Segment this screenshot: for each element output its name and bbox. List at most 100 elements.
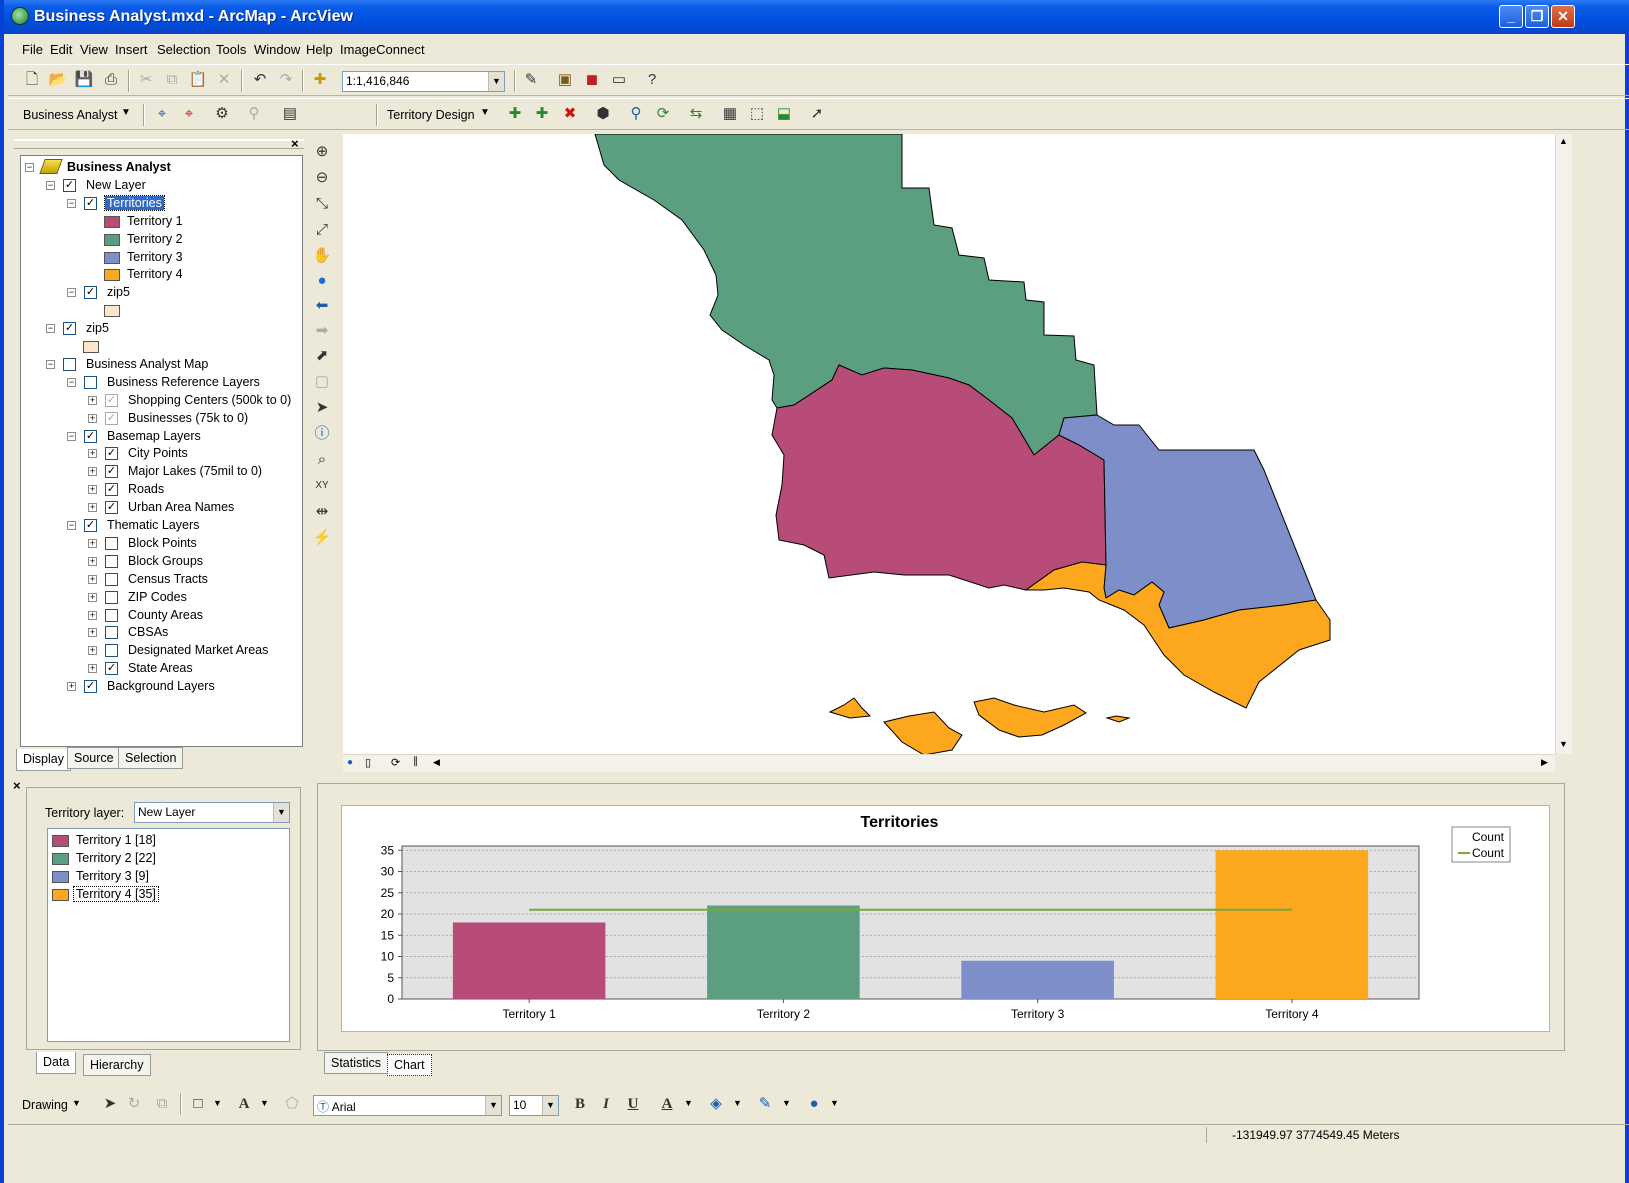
chevron-down-icon[interactable]: ▼ bbox=[480, 107, 490, 118]
paste-icon[interactable]: 📋 bbox=[188, 70, 208, 90]
menu-view[interactable]: View bbox=[80, 42, 108, 57]
expand-icon[interactable]: + bbox=[88, 413, 97, 423]
layer-visibility-checkbox[interactable]: ✓ bbox=[63, 322, 76, 336]
toc-row[interactable]: + ✓ State Areas bbox=[21, 660, 302, 678]
editor-icon[interactable]: ✎ bbox=[521, 70, 541, 90]
toc-row[interactable] bbox=[21, 302, 302, 320]
full-extent-globe-icon[interactable]: ● bbox=[312, 271, 332, 291]
toc-row[interactable]: + Block Groups bbox=[21, 553, 302, 571]
collapse-icon[interactable]: − bbox=[67, 288, 76, 298]
zoom-in-icon[interactable]: ⊕ bbox=[312, 142, 332, 162]
toc-row[interactable]: Territory 4 bbox=[21, 266, 302, 284]
map-view[interactable] bbox=[343, 134, 1555, 754]
menu-imageconnect[interactable]: ImageConnect bbox=[340, 42, 425, 57]
scroll-right-icon[interactable]: ▶ bbox=[1541, 757, 1548, 768]
expand-icon[interactable]: + bbox=[88, 556, 97, 566]
add-territory-icon[interactable]: ✚ bbox=[505, 104, 525, 124]
toc-row[interactable]: + Census Tracts bbox=[21, 571, 302, 589]
chevron-down-icon[interactable]: ▼ bbox=[830, 1098, 839, 1108]
zoom-to-selected-icon[interactable]: ⧉ bbox=[152, 1094, 172, 1114]
tab-display[interactable]: Display bbox=[16, 749, 71, 771]
toc-row[interactable]: − Business Analyst bbox=[21, 159, 302, 177]
toc-row[interactable]: − ✓ Thematic Layers bbox=[21, 517, 302, 535]
expand-icon[interactable]: + bbox=[88, 467, 97, 477]
layer-visibility-checkbox[interactable] bbox=[84, 375, 97, 389]
toc-row[interactable]: + ✓ Background Layers bbox=[21, 678, 302, 696]
chevron-down-icon[interactable]: ▼ bbox=[485, 1096, 501, 1115]
layer-visibility-checkbox[interactable]: ✓ bbox=[105, 465, 118, 479]
toc-row[interactable]: − Business Reference Layers bbox=[21, 374, 302, 392]
expand-icon[interactable]: + bbox=[88, 628, 97, 638]
menu-window[interactable]: Window bbox=[254, 42, 300, 57]
toc-row[interactable]: + ZIP Codes bbox=[21, 589, 302, 607]
toc-row[interactable]: − Business Analyst Map bbox=[21, 356, 302, 374]
territory-list-item[interactable]: Territory 4 [35] bbox=[52, 886, 282, 904]
drawing-menu[interactable]: Drawing bbox=[22, 1098, 68, 1112]
menu-tools[interactable]: Tools bbox=[216, 42, 246, 57]
zoom-out-icon[interactable]: ⊖ bbox=[312, 168, 332, 188]
menu-file[interactable]: File bbox=[22, 42, 43, 57]
go-to-xy-icon[interactable]: XY bbox=[312, 476, 332, 496]
collapse-icon[interactable]: − bbox=[46, 180, 55, 190]
toc-row[interactable]: Territory 2 bbox=[21, 231, 302, 249]
expand-icon[interactable]: + bbox=[67, 682, 76, 692]
layer-visibility-checkbox[interactable]: ✓ bbox=[105, 411, 118, 425]
layer-visibility-checkbox[interactable] bbox=[63, 357, 76, 371]
save-icon[interactable]: 💾 bbox=[74, 70, 94, 90]
chevron-down-icon[interactable]: ▼ bbox=[273, 803, 289, 822]
redo-icon[interactable]: ↷ bbox=[276, 70, 296, 90]
clear-selected-icon[interactable]: ▢ bbox=[312, 372, 332, 392]
select-pointer-icon[interactable]: ➤ bbox=[312, 398, 332, 418]
toc-row[interactable]: + ✓ City Points bbox=[21, 445, 302, 463]
territory-export-icon[interactable]: ⬓ bbox=[774, 104, 794, 124]
menu-edit[interactable]: Edit bbox=[50, 42, 72, 57]
chevron-down-icon[interactable]: ▼ bbox=[488, 72, 504, 91]
territory-select-icon[interactable]: ⬚ bbox=[747, 104, 767, 124]
fixed-zoom-out-icon[interactable]: ⤢ bbox=[312, 220, 332, 240]
territory-layer-select[interactable]: New Layer ▼ bbox=[134, 802, 290, 823]
territory-refresh-icon[interactable]: ⟳ bbox=[653, 104, 673, 124]
bold-button[interactable]: B bbox=[570, 1094, 590, 1114]
layer-visibility-checkbox[interactable]: ✓ bbox=[105, 447, 118, 461]
chevron-down-icon[interactable]: ▼ bbox=[260, 1098, 269, 1108]
island-polygon[interactable] bbox=[883, 711, 963, 754]
map-horizontal-scrollbar[interactable]: ● ▯ ⟳ ∥ ◀ ▶ bbox=[343, 754, 1555, 772]
toc-dock-grip[interactable] bbox=[14, 139, 304, 149]
new-document-icon[interactable]: 🗋 bbox=[22, 70, 42, 90]
collapse-icon[interactable]: − bbox=[67, 431, 76, 441]
back-arrow-icon[interactable]: ⬅ bbox=[312, 296, 332, 316]
assign-territory-icon[interactable]: ⬢ bbox=[593, 104, 613, 124]
collapse-icon[interactable]: − bbox=[67, 198, 76, 208]
window-panel-icon[interactable]: ▤ bbox=[280, 104, 300, 124]
select-features-icon[interactable]: ⌖ bbox=[152, 104, 172, 124]
layer-visibility-checkbox[interactable]: ✓ bbox=[105, 501, 118, 515]
layer-visibility-checkbox[interactable] bbox=[105, 536, 118, 550]
chevron-down-icon[interactable]: ▼ bbox=[733, 1098, 742, 1108]
island-polygon[interactable] bbox=[828, 697, 872, 719]
map-scale-combo[interactable]: 1:1,416,846 ▼ bbox=[342, 71, 505, 92]
territory-design-dropdown[interactable]: Territory Design bbox=[387, 108, 475, 122]
toc-row[interactable]: − ✓ zip5 bbox=[21, 284, 302, 302]
fixed-zoom-in-icon[interactable]: ⤡ bbox=[312, 194, 332, 214]
layer-visibility-checkbox[interactable]: ✓ bbox=[105, 393, 118, 407]
collapse-icon[interactable]: − bbox=[25, 163, 34, 172]
expand-icon[interactable]: + bbox=[88, 574, 97, 584]
toc-row[interactable]: + County Areas bbox=[21, 607, 302, 625]
new-text-icon[interactable]: A bbox=[234, 1094, 254, 1114]
collapse-icon[interactable]: − bbox=[67, 521, 76, 530]
territory-search-icon[interactable]: ⚲ bbox=[626, 104, 646, 124]
scroll-down-icon[interactable]: ▼ bbox=[1559, 739, 1568, 749]
toc-row[interactable]: − ✓ zip5 bbox=[21, 320, 302, 338]
toc-row[interactable]: + ✓ Shopping Centers (500k to 0) bbox=[21, 392, 302, 410]
print-icon[interactable]: ⎙ bbox=[101, 70, 121, 90]
scroll-left-icon[interactable]: ◀ bbox=[433, 757, 440, 768]
chevron-down-icon[interactable]: ▼ bbox=[121, 107, 131, 118]
toc-row[interactable]: Territory 1 bbox=[21, 213, 302, 231]
layer-visibility-checkbox[interactable]: ✓ bbox=[84, 286, 97, 300]
layout-view-icon[interactable]: ▯ bbox=[365, 756, 371, 769]
marker-color-icon[interactable]: ● bbox=[804, 1094, 824, 1114]
chevron-down-icon[interactable]: ▼ bbox=[684, 1098, 693, 1108]
layer-visibility-checkbox[interactable]: ✓ bbox=[63, 178, 76, 192]
add-data-icon[interactable]: ✚ bbox=[310, 70, 330, 90]
clear-selection-icon[interactable]: ⌖ bbox=[179, 104, 199, 124]
